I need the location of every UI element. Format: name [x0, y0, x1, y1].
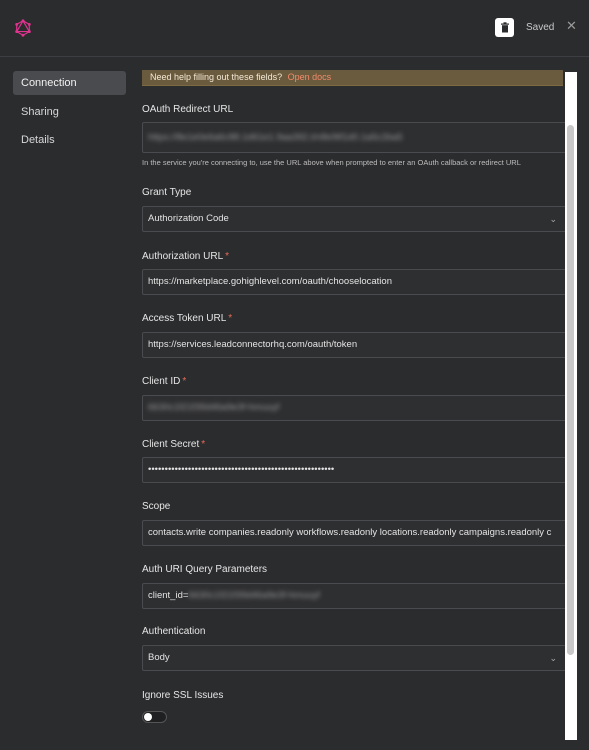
delete-button[interactable] — [495, 18, 514, 37]
ignore-ssl-label-text: Ignore SSL Issues — [142, 690, 224, 701]
client-id-label: Client ID * — [142, 376, 186, 387]
required-marker: * — [225, 251, 230, 262]
open-docs-link[interactable]: Open docs — [288, 72, 332, 82]
client-id-field[interactable]: 6630c1f21f39d46a9e3f-hmuuyf — [142, 395, 565, 421]
authentication-value: Body — [148, 652, 170, 663]
authentication-label-text: Authentication — [142, 626, 206, 637]
access-token-url-value: https://services.leadconnectorhq.com/oau… — [148, 339, 358, 350]
scope-field[interactable]: contacts.write companies.readonly workfl… — [142, 520, 565, 546]
client-secret-label-text: Client Secret — [142, 439, 200, 450]
access-token-url-label: Access Token URL * — [142, 313, 232, 324]
required-marker: * — [201, 439, 206, 450]
graph-logo-icon — [15, 19, 31, 37]
chevron-down-icon: ⌄ — [549, 653, 557, 663]
access-token-url-label-text: Access Token URL — [142, 313, 227, 324]
authorization-url-label-text: Authorization URL — [142, 251, 224, 262]
scope-label: Scope — [142, 501, 170, 512]
ignore-ssl-label: Ignore SSL Issues — [142, 690, 223, 701]
toggle-knob — [144, 713, 152, 721]
authentication-select[interactable]: Body ⌄ — [142, 645, 565, 671]
authentication-label: Authentication — [142, 626, 205, 637]
redirect-url-value: https://8e1e0e6a6c88.1d61e1.9aa392.t/n8e… — [148, 132, 403, 143]
trash-icon — [500, 22, 509, 33]
close-icon[interactable]: ✕ — [566, 19, 577, 32]
redirect-url-label-text: OAuth Redirect URL — [142, 104, 234, 115]
grant-type-label: Grant Type — [142, 187, 191, 198]
access-token-url-field[interactable]: https://services.leadconnectorhq.com/oau… — [142, 332, 565, 358]
client-secret-label: Client Secret * — [142, 439, 205, 450]
ignore-ssl-toggle[interactable] — [142, 711, 167, 723]
saved-status: Saved — [526, 22, 555, 33]
required-marker: * — [182, 376, 187, 387]
required-marker: * — [228, 313, 233, 324]
header-bar: Saved ✕ — [0, 0, 589, 57]
chevron-down-icon: ⌄ — [549, 214, 557, 224]
client-secret-value: ••••••••••••••••••••••••••••••••••••••••… — [148, 464, 335, 475]
scope-label-text: Scope — [142, 501, 171, 512]
sidebar-item-connection[interactable]: Connection — [13, 71, 126, 95]
redirect-url-field[interactable]: https://8e1e0e6a6c88.1d61e1.9aa392.t/n8e… — [142, 122, 565, 153]
connection-form: Need help filling out these fields? Open… — [142, 56, 565, 750]
grant-type-label-text: Grant Type — [142, 187, 192, 198]
query-params-prefix: client_id= — [148, 590, 189, 601]
help-banner: Need help filling out these fields? Open… — [142, 70, 563, 86]
sidebar-item-details[interactable]: Details — [13, 128, 126, 152]
authorization-url-label: Authorization URL * — [142, 251, 229, 262]
query-params-field[interactable]: client_id=6630c1f21f39d46a9e3f-hmuuyf — [142, 583, 565, 609]
query-params-label: Auth URI Query Parameters — [142, 564, 267, 575]
sidebar: Connection Sharing Details — [13, 71, 126, 157]
scrollbar-thumb[interactable] — [567, 125, 574, 655]
scope-value: contacts.write companies.readonly workfl… — [148, 527, 552, 538]
client-id-value: 6630c1f21f39d46a9e3f-hmuuyf — [148, 402, 280, 413]
help-banner-text: Need help filling out these fields? — [150, 72, 283, 82]
query-params-label-text: Auth URI Query Parameters — [142, 564, 268, 575]
redirect-url-help: In the service you're connecting to, use… — [142, 158, 521, 167]
client-id-label-text: Client ID — [142, 376, 181, 387]
authorization-url-value: https://marketplace.gohighlevel.com/oaut… — [148, 276, 392, 287]
sidebar-item-sharing[interactable]: Sharing — [13, 100, 126, 124]
grant-type-value: Authorization Code — [148, 213, 229, 224]
client-secret-field[interactable]: ••••••••••••••••••••••••••••••••••••••••… — [142, 457, 565, 483]
authorization-url-field[interactable]: https://marketplace.gohighlevel.com/oaut… — [142, 269, 565, 295]
grant-type-select[interactable]: Authorization Code ⌄ — [142, 206, 565, 232]
redirect-url-label: OAuth Redirect URL — [142, 104, 233, 115]
query-params-value: 6630c1f21f39d46a9e3f-hmuuyf — [188, 590, 320, 601]
